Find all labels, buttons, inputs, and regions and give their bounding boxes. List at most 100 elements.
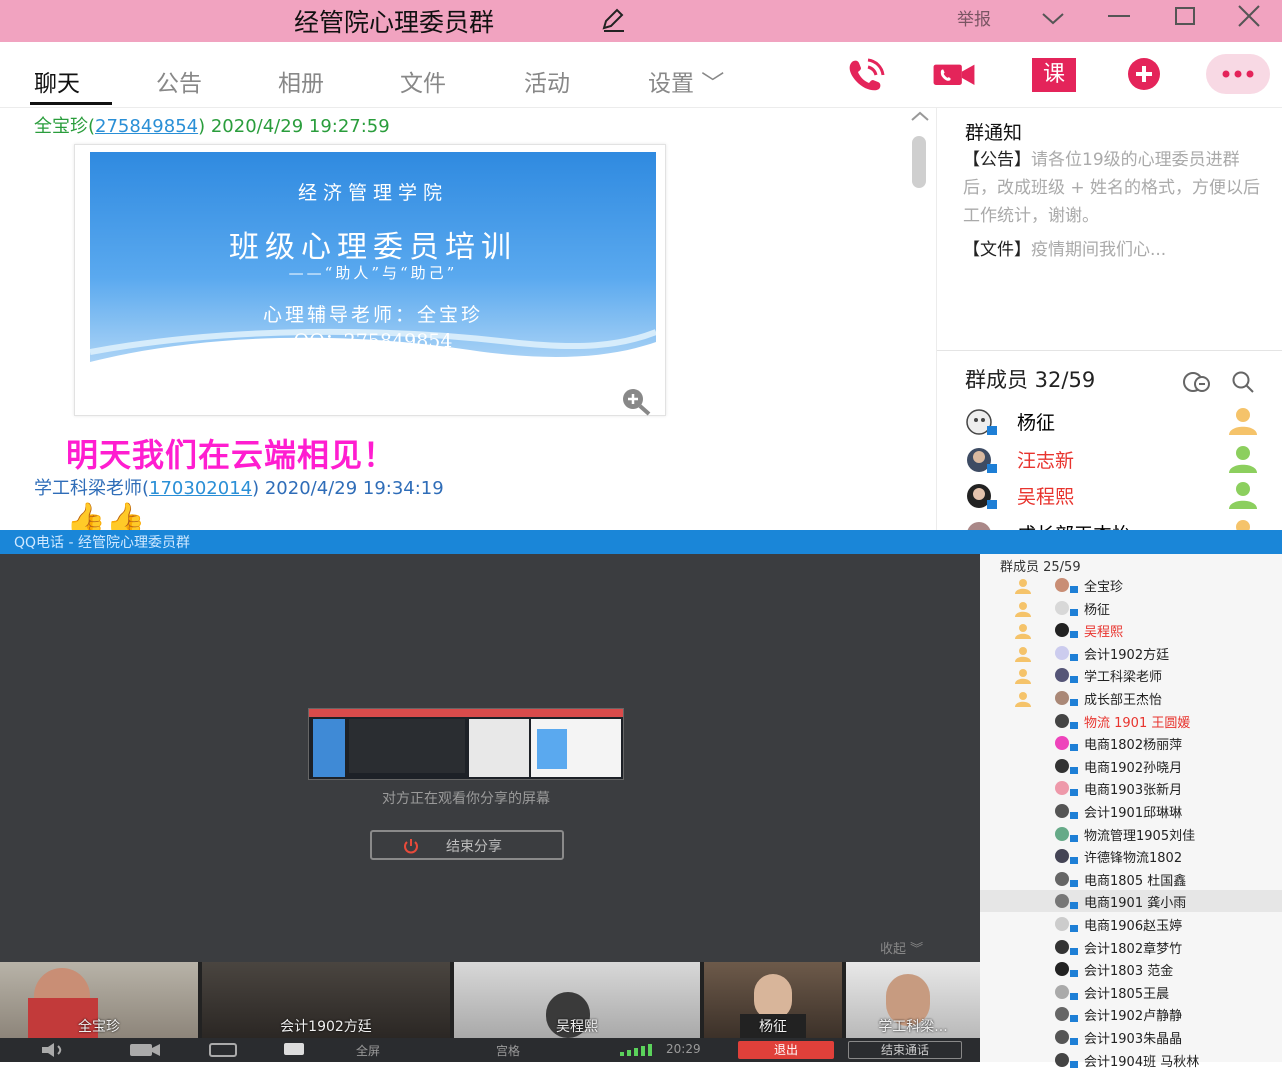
report-link[interactable]: 举报 (957, 5, 991, 30)
tab-announcement[interactable]: 公告 (156, 64, 202, 98)
call-member-item[interactable]: 会计1904班 马秋林 (980, 1049, 1282, 1071)
call-member-item[interactable]: 会计1903朱晶晶 (980, 1026, 1282, 1048)
video-caption: 学工科梁... (878, 1019, 948, 1035)
sender-qq-link[interactable]: 275849854 (95, 116, 198, 137)
screen-share-icon[interactable] (206, 1043, 240, 1057)
avatar (1055, 781, 1078, 797)
slide-teacher: 心理辅导老师：全宝珍 (262, 304, 483, 326)
avatar (1055, 939, 1078, 955)
call-member-item[interactable]: 物流管理1905刘佳 (980, 823, 1282, 845)
member-role-icon (1015, 669, 1031, 685)
end-call-button[interactable]: 结束通话 (848, 1041, 962, 1059)
camera-icon[interactable] (128, 1043, 162, 1057)
call-member-item[interactable]: 电商1902孙晓月 (980, 755, 1282, 777)
video-tile[interactable]: 学工科梁... (846, 962, 980, 1038)
chat-area[interactable]: 全宝珍(275849854) 2020/4/29 19:27:59 经济管理学院… (0, 108, 936, 530)
layout-button[interactable]: 宫格 (496, 1042, 520, 1059)
message-text: 明天我们在云端相见！ (66, 436, 397, 474)
avatar (1055, 917, 1078, 932)
tab-activity[interactable]: 活动 (524, 64, 570, 98)
call-member-item[interactable]: 物流 1901 王圆媛 (980, 710, 1282, 732)
notice-body[interactable]: 【公告】请各位19级的心理委员进群后，改成班级 + 姓名的格式，方便以后工作统计… (963, 146, 1263, 264)
call-member-item[interactable]: 电商1805 杜国鑫 (980, 868, 1282, 890)
speaker-icon[interactable] (40, 1043, 70, 1057)
call-member-name: 会计1803 范金 (1084, 964, 1174, 980)
call-member-name: 会计1904班 马秋林 (1084, 1054, 1200, 1070)
sender-qq-link[interactable]: 170302014 (149, 478, 252, 499)
call-member-item[interactable]: 许德锋物流1802 (980, 845, 1282, 867)
avatar (1055, 894, 1078, 910)
exit-button[interactable]: 退出 (738, 1041, 834, 1059)
call-member-item[interactable]: 杨征 (980, 597, 1282, 619)
avatar (1055, 736, 1078, 752)
file-text[interactable]: 疫情期间我们心... (1031, 240, 1166, 260)
zoom-in-icon[interactable] (618, 386, 654, 416)
search-icon[interactable] (1229, 370, 1257, 394)
more-icon[interactable] (1206, 54, 1270, 94)
call-member-name: 成长部王杰怡 (1084, 693, 1163, 708)
message-time: ) 2020/4/29 19:27:59 (198, 116, 390, 137)
call-member-item[interactable]: 会计1802章梦竹 (980, 936, 1282, 958)
call-member-item[interactable]: 全宝珍 (980, 574, 1282, 596)
call-member-item[interactable]: 会计1902卢静静 (980, 1003, 1282, 1025)
video-tile[interactable]: 杨征 (704, 962, 842, 1038)
call-member-item[interactable]: 吴程熙 (980, 619, 1282, 641)
chat-scrollbar[interactable] (912, 136, 926, 188)
tab-chat[interactable]: 聊天 (34, 64, 80, 98)
call-member-item[interactable]: 电商1906赵玉婷 (980, 913, 1282, 935)
screen-share-preview[interactable] (308, 708, 624, 780)
call-member-name: 会计1902方廷 (1084, 647, 1170, 663)
edit-icon[interactable] (598, 5, 628, 35)
call-member-item[interactable]: 电商1903张新月 (980, 777, 1282, 799)
collapse-button[interactable]: 收起 ︾ (880, 938, 923, 957)
video-caption: 吴程熙 (556, 1019, 598, 1035)
video-tile[interactable]: 吴程熙 (454, 962, 700, 1038)
member-item[interactable]: 吴程熙 (963, 480, 1263, 512)
end-share-button[interactable]: 结束分享 (370, 830, 564, 860)
message-icon[interactable] (280, 1042, 308, 1058)
tab-settings[interactable]: 设置 ﹀ (648, 64, 724, 98)
call-member-name: 会计1802章梦竹 (1084, 941, 1183, 957)
call-member-item[interactable]: 电商1901 龚小雨 (980, 890, 1282, 913)
class-button[interactable]: 课 (1032, 58, 1076, 92)
member-item[interactable]: 成长部王杰怡 (963, 518, 1263, 530)
signal-icon (620, 1044, 652, 1056)
call-member-item[interactable]: 会计1803 范金 (980, 958, 1282, 980)
call-member-name: 会计1901邱琳琳 (1084, 806, 1183, 821)
add-icon[interactable] (1122, 56, 1166, 92)
tab-files[interactable]: 文件 (400, 64, 446, 98)
video-tile[interactable]: 会计1902方廷 (202, 962, 450, 1038)
close-icon[interactable] (1230, 2, 1268, 36)
member-item[interactable]: 杨征 (963, 406, 1263, 438)
fullscreen-button[interactable]: 全屏 (356, 1042, 380, 1059)
phone-icon[interactable] (844, 56, 888, 92)
member-item[interactable]: 汪志新 (963, 444, 1263, 476)
video-call-icon[interactable] (932, 56, 976, 92)
tab-album[interactable]: 相册 (278, 64, 324, 98)
file-tag: 【文件】 (963, 240, 1031, 260)
call-member-name: 物流管理1905刘佳 (1084, 828, 1196, 844)
call-member-item[interactable]: 会计1805王晨 (980, 981, 1282, 1003)
slide-image[interactable]: 经济管理学院 班级心理委员培训 ——“助人”与“助己” 心理辅导老师：全宝珍 Q… (90, 152, 656, 380)
call-member-name: 杨征 (1084, 602, 1111, 618)
preview-panel (469, 719, 529, 777)
group-members-icon[interactable] (1181, 370, 1213, 394)
call-member-item[interactable]: 成长部王杰怡 (980, 687, 1282, 709)
end-share-label: 结束分享 (446, 839, 502, 855)
tab-bar: 聊天 公告 相册 文件 活动 设置 ﹀ 课 (0, 42, 1282, 108)
maximize-icon[interactable] (1166, 2, 1204, 36)
avatar (1055, 849, 1078, 865)
call-member-name: 吴程熙 (1084, 625, 1124, 641)
avatar (967, 522, 991, 530)
video-tile[interactable]: 全宝珍 (0, 962, 198, 1038)
avatar (1055, 1052, 1078, 1068)
minimize-icon[interactable] (1100, 2, 1138, 36)
call-member-item[interactable]: 会计1902方廷 (980, 642, 1282, 664)
chevron-down-icon[interactable] (1034, 2, 1072, 36)
call-member-item[interactable]: 电商1802杨丽萍 (980, 732, 1282, 754)
call-member-item[interactable]: 学工科梁老师 (980, 664, 1282, 686)
avatar (1055, 623, 1078, 639)
call-member-item[interactable]: 会计1901邱琳琳 (980, 800, 1282, 822)
chevron-up-icon[interactable] (908, 108, 932, 124)
active-tab-indicator (30, 102, 112, 105)
